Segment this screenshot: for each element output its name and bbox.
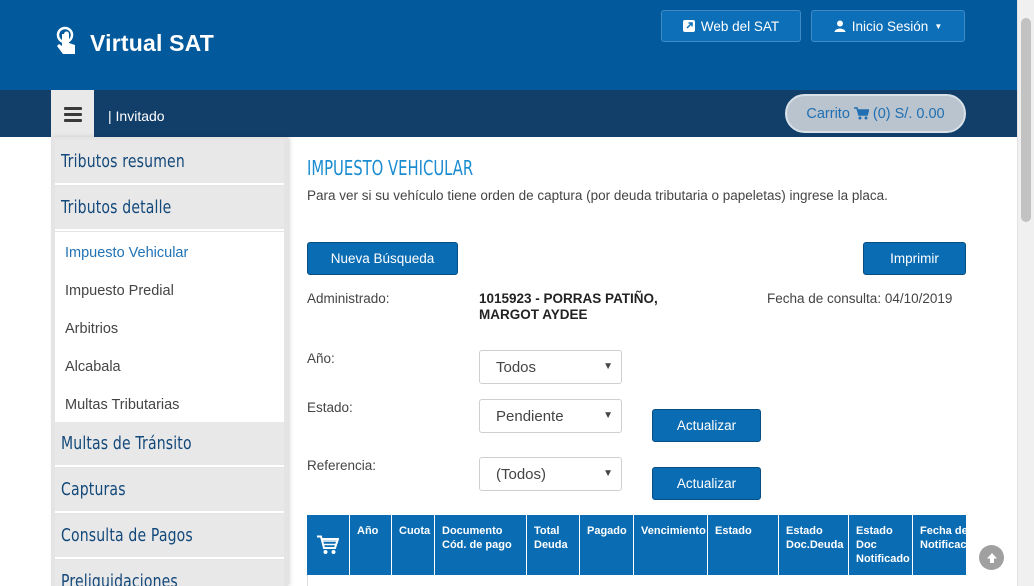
reference-select[interactable]: (Todos) ▼ xyxy=(479,457,622,491)
top-header: Virtual SAT Web del SAT Inicio Sesión ▼ xyxy=(0,0,1034,90)
select-caret-icon: ▼ xyxy=(603,361,613,372)
select-caret-icon: ▼ xyxy=(603,468,613,479)
login-button[interactable]: Inicio Sesión ▼ xyxy=(811,10,965,42)
sidebar-item-tributos-resumen[interactable]: Tributos resumen xyxy=(55,140,284,185)
status-select-value: Pendiente xyxy=(496,407,564,425)
reference-select-value: (Todos) xyxy=(496,465,547,483)
sidebar-subitem-impuesto-vehicular[interactable]: Impuesto Vehicular xyxy=(65,245,188,261)
arrow-up-icon xyxy=(986,552,997,563)
update-reference-button[interactable]: Actualizar xyxy=(652,467,761,500)
col-header-year: Año xyxy=(349,515,391,575)
page-description: Para ver si su vehículo tiene orden de c… xyxy=(307,188,888,203)
cart-label: Carrito xyxy=(806,105,850,122)
sidebar-item-capturas[interactable]: Capturas xyxy=(55,468,284,513)
col-header-status: Estado xyxy=(707,515,778,575)
administered-label: Administrado: xyxy=(307,291,390,306)
cart-button[interactable]: Carrito (0) S/. 0.00 xyxy=(785,94,966,133)
consult-date: Fecha de consulta: 04/10/2019 xyxy=(767,291,953,306)
status-label: Estado: xyxy=(307,400,353,415)
sidebar-item-consulta-pagos[interactable]: Consulta de Pagos xyxy=(55,514,284,559)
external-link-icon xyxy=(682,20,695,32)
sidebar-item-multas-transito[interactable]: Multas de Tránsito xyxy=(55,422,284,467)
sidebar-item-preliquidaciones[interactable]: Preliquidaciones xyxy=(55,560,284,586)
menu-toggle-button[interactable] xyxy=(51,90,94,137)
scrollbar-thumb[interactable] xyxy=(1021,18,1031,222)
sidebar-subitem-impuesto-predial[interactable]: Impuesto Predial xyxy=(65,283,174,299)
administered-value: 1015923 - PORRAS PATIÑO, MARGOT AYDEE xyxy=(479,291,658,322)
col-header-total-debt: Total Deuda xyxy=(526,515,579,575)
guest-user-label: | Invitado xyxy=(108,108,165,124)
scroll-to-top-button[interactable] xyxy=(979,545,1004,570)
reference-label: Referencia: xyxy=(307,458,377,473)
sidebar-item-tributos-detalle[interactable]: Tributos detalle xyxy=(55,186,284,231)
page-scrollbar[interactable] xyxy=(1017,0,1034,586)
print-button[interactable]: Imprimir xyxy=(863,242,966,275)
hamburger-icon xyxy=(63,106,82,122)
year-select[interactable]: Todos ▼ xyxy=(479,350,622,384)
cart-icon xyxy=(853,107,869,120)
select-all-cart-cell[interactable] xyxy=(307,515,349,575)
login-label: Inicio Sesión xyxy=(851,18,929,34)
col-header-notified-doc-status: Estado Doc Notificado xyxy=(848,515,912,575)
sidebar-subitem-multas-tributarias[interactable]: Multas Tributarias xyxy=(65,397,179,413)
col-header-due-date: Vencimiento xyxy=(633,515,707,575)
sidebar-subitem-arbitrios[interactable]: Arbitrios xyxy=(65,321,118,337)
table-row[interactable] xyxy=(307,575,966,586)
col-header-debt-doc-status: Estado Doc.Deuda xyxy=(778,515,848,575)
debts-table-header: Año Cuota Documento Cód. de pago Total D… xyxy=(307,515,966,575)
touch-hand-icon xyxy=(56,26,75,54)
sidebar-menu: Tributos resumen Tributos detalle Impues… xyxy=(51,137,288,586)
col-header-quota: Cuota xyxy=(391,515,434,575)
app-title: Virtual SAT xyxy=(90,29,215,56)
sidebar-subitem-alcabala[interactable]: Alcabala xyxy=(65,359,121,375)
add-to-cart-icon xyxy=(317,535,339,554)
update-status-button[interactable]: Actualizar xyxy=(652,409,761,442)
select-caret-icon: ▼ xyxy=(603,410,613,421)
status-select[interactable]: Pendiente ▼ xyxy=(479,399,622,433)
page-title: IMPUESTO VEHICULAR xyxy=(307,156,474,180)
cart-summary: (0) S/. 0.00 xyxy=(872,105,945,122)
new-search-button[interactable]: Nueva Búsqueda xyxy=(307,242,458,275)
web-sat-label: Web del SAT xyxy=(700,18,780,34)
user-icon xyxy=(834,20,846,32)
app-logo[interactable]: Virtual SAT xyxy=(54,26,214,60)
web-sat-button[interactable]: Web del SAT xyxy=(661,10,801,42)
col-header-document: Documento Cód. de pago xyxy=(434,515,526,575)
year-select-value: Todos xyxy=(496,358,537,376)
col-header-paid: Pagado xyxy=(579,515,633,575)
year-label: Año: xyxy=(307,351,335,366)
caret-down-icon: ▼ xyxy=(934,21,943,31)
sidebar-submenu: Impuesto Vehicular Impuesto Predial Arbi… xyxy=(55,232,284,424)
col-header-notification-date: Fecha de Notificación xyxy=(912,515,966,575)
